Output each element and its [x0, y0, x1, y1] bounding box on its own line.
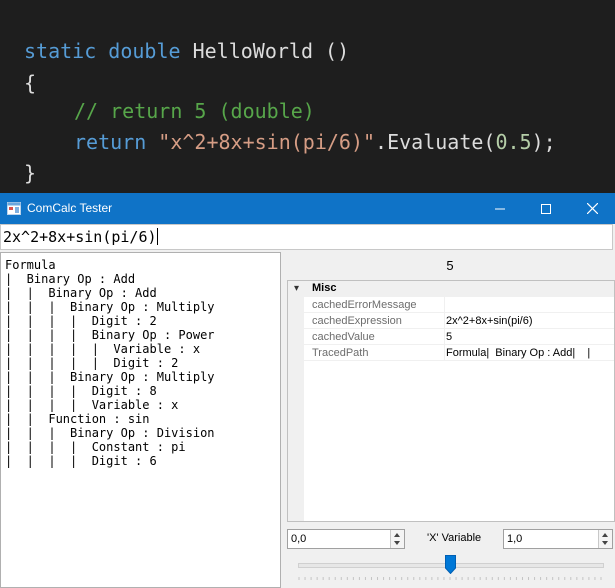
tree-node[interactable]: | | | | Digit : 2: [5, 314, 276, 328]
slider-ticks: [298, 577, 602, 580]
variable-slider-thumb[interactable]: [444, 555, 456, 574]
code-parens: (): [313, 39, 350, 63]
code-method-name: HelloWorld: [192, 39, 314, 63]
formula-tree-view[interactable]: Formula | Binary Op : Add | | Binary Op : …: [0, 252, 281, 588]
property-name: cachedExpression: [312, 315, 402, 327]
min-spin-buttons[interactable]: [390, 530, 404, 548]
property-row[interactable]: TracedPath Formula| Binary Op : Add| |: [288, 345, 614, 361]
property-name: cachedErrorMessage: [312, 299, 417, 311]
code-comment: // return 5 (double): [74, 99, 315, 123]
tree-node[interactable]: | | | | Digit : 6: [5, 454, 276, 468]
title-bar[interactable]: ComCalc Tester: [0, 193, 615, 224]
code-number: 0.5: [495, 130, 532, 154]
maximize-icon: [541, 203, 551, 214]
variable-label: 'X' Variable: [427, 532, 482, 544]
tree-node[interactable]: | | | Binary Op : Division: [5, 426, 276, 440]
max-value-text: 1,0: [507, 533, 523, 545]
property-name: TracedPath: [312, 347, 369, 359]
result-value: 5: [446, 258, 454, 273]
code-line-4: return "x^2+8x+sin(pi/6)".Evaluate(0.5);: [74, 129, 556, 155]
tree-node[interactable]: | Binary Op : Add: [5, 272, 276, 286]
spin-up-icon[interactable]: [602, 533, 608, 537]
property-name: cachedValue: [312, 331, 375, 343]
property-category-misc[interactable]: ▾ Misc: [288, 281, 614, 297]
property-row[interactable]: cachedExpression 2x^2+8x+sin(pi/6): [288, 313, 614, 329]
text-caret: [156, 228, 158, 245]
code-keyword: double: [108, 39, 181, 63]
spin-down-icon[interactable]: [394, 541, 400, 545]
collapse-chevron-icon[interactable]: ▾: [294, 283, 299, 294]
minimize-icon: [495, 208, 505, 209]
formula-input-text: 2x^2+8x+sin(pi/6): [3, 228, 157, 246]
code-keyword: return: [74, 130, 147, 154]
close-icon: [586, 203, 598, 214]
comcalc-window: ComCalc Tester 2x^2+8x+sin(pi/6) Formula…: [0, 193, 615, 588]
spin-down-icon[interactable]: [602, 541, 608, 545]
tree-node[interactable]: | | | Binary Op : Multiply: [5, 370, 276, 384]
tree-node[interactable]: | | Binary Op : Add: [5, 286, 276, 300]
code-string: "x^2+8x+sin(pi/6)": [158, 130, 376, 154]
code-keyword: static: [24, 39, 97, 63]
tree-node[interactable]: | | | Binary Op : Multiply: [5, 300, 276, 314]
code-editor: static double HelloWorld () { // return …: [0, 0, 615, 193]
max-spin-buttons[interactable]: [598, 530, 612, 548]
code-line-2: {: [24, 71, 37, 95]
property-value[interactable]: Formula| Binary Op : Add| |: [446, 347, 590, 359]
max-value-stepper[interactable]: 1,0: [503, 529, 613, 549]
tree-node[interactable]: | | | | | Digit : 2: [5, 356, 276, 370]
category-label: Misc: [312, 282, 337, 294]
code-line-3: // return 5 (double): [74, 98, 315, 124]
property-row[interactable]: cachedErrorMessage: [288, 297, 614, 313]
tree-node[interactable]: | | | | | Variable : x: [5, 342, 276, 356]
maximize-button[interactable]: [523, 193, 569, 224]
app-icon: [7, 202, 21, 215]
tree-node[interactable]: | | | | Variable : x: [5, 398, 276, 412]
property-value[interactable]: 2x^2+8x+sin(pi/6): [446, 315, 533, 327]
property-row[interactable]: cachedValue 5: [288, 329, 614, 345]
tree-node[interactable]: | | | | Constant : pi: [5, 440, 276, 454]
code-end: );: [531, 130, 556, 154]
tree-node[interactable]: | | | | Binary Op : Power: [5, 328, 276, 342]
min-value-stepper[interactable]: 0,0: [287, 529, 405, 549]
tree-node[interactable]: Formula: [5, 258, 276, 272]
close-button[interactable]: [569, 193, 615, 224]
min-value-text: 0,0: [291, 533, 307, 545]
formula-input[interactable]: 2x^2+8x+sin(pi/6): [0, 224, 613, 250]
tree-node[interactable]: | | | | Digit : 8: [5, 384, 276, 398]
spin-up-icon[interactable]: [394, 533, 400, 537]
code-line-5: }: [24, 161, 37, 185]
window-title: ComCalc Tester: [27, 201, 113, 215]
property-value[interactable]: 5: [446, 331, 452, 343]
minimize-button[interactable]: [477, 193, 523, 224]
property-grid[interactable]: ▾ Misc cachedErrorMessage cachedExpressi…: [287, 280, 615, 522]
tree-node[interactable]: | | Function : sin: [5, 412, 276, 426]
code-method-call: .Evaluate(: [375, 130, 496, 154]
code-line-1: static double HelloWorld (): [24, 38, 349, 64]
